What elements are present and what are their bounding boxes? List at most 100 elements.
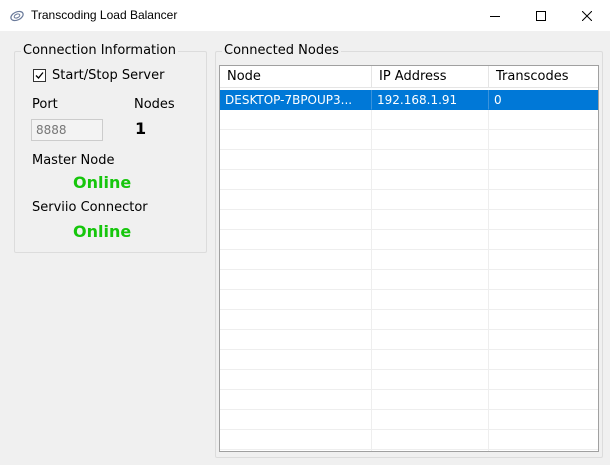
transcodes-cell — [489, 270, 598, 290]
empty-table-row — [220, 450, 598, 451]
empty-table-row — [220, 190, 598, 210]
transcodes-cell — [489, 190, 598, 210]
node-cell — [220, 170, 372, 190]
serviio-connector-label: Serviio Connector — [32, 200, 148, 215]
title-bar[interactable]: Transcoding Load Balancer — [0, 0, 610, 31]
ip-address-cell — [372, 190, 489, 210]
transcodes-cell — [489, 390, 598, 410]
node-cell — [220, 130, 372, 150]
ip-address-cell — [372, 250, 489, 270]
ip-address-cell — [372, 390, 489, 410]
transcodes-cell — [489, 250, 598, 270]
transcodes-cell — [489, 290, 598, 310]
empty-table-row — [220, 370, 598, 390]
empty-table-row — [220, 110, 598, 130]
ip-address-cell — [372, 270, 489, 290]
nodes-label: Nodes — [134, 97, 175, 112]
transcodes-cell — [489, 130, 598, 150]
close-icon — [582, 10, 592, 21]
node-cell — [220, 310, 372, 330]
empty-table-row — [220, 170, 598, 190]
empty-table-row — [220, 210, 598, 230]
empty-table-row — [220, 250, 598, 270]
table-row[interactable]: DESKTOP-7BPOUP3... 192.168.1.91 0 — [220, 90, 598, 110]
column-header-ip-address[interactable]: IP Address — [372, 66, 489, 88]
node-cell — [220, 110, 372, 130]
transcodes-cell — [489, 410, 598, 430]
ip-address-cell: 192.168.1.91 — [372, 90, 489, 110]
transcodes-cell — [489, 150, 598, 170]
transcodes-cell — [489, 210, 598, 230]
node-cell: DESKTOP-7BPOUP3... — [220, 90, 372, 110]
window-title: Transcoding Load Balancer — [31, 8, 178, 22]
master-node-label: Master Node — [32, 153, 115, 168]
nodes-table[interactable]: Node IP Address Transcodes DESKTOP-7BPOU… — [219, 65, 599, 452]
ip-address-cell — [372, 350, 489, 370]
table-header: Node IP Address Transcodes — [220, 66, 598, 88]
transcodes-cell — [489, 330, 598, 350]
empty-table-row — [220, 150, 598, 170]
node-cell — [220, 370, 372, 390]
ip-address-cell — [372, 450, 489, 451]
start-stop-checkbox[interactable] — [33, 69, 46, 82]
ip-address-cell — [372, 330, 489, 350]
port-label: Port — [32, 97, 58, 112]
nodes-count: 1 — [135, 119, 147, 138]
ip-address-cell — [372, 210, 489, 230]
ip-address-cell — [372, 130, 489, 150]
ip-address-cell — [372, 290, 489, 310]
master-node-status: Online — [73, 173, 132, 192]
node-cell — [220, 210, 372, 230]
node-cell — [220, 410, 372, 430]
empty-table-row — [220, 310, 598, 330]
empty-table-row — [220, 230, 598, 250]
minimize-button[interactable] — [472, 0, 518, 31]
transcodes-cell — [489, 450, 598, 451]
ip-address-cell — [372, 170, 489, 190]
maximize-button[interactable] — [518, 0, 564, 31]
transcodes-cell — [489, 310, 598, 330]
table-body: DESKTOP-7BPOUP3... 192.168.1.91 0 — [220, 88, 598, 451]
ip-address-cell — [372, 370, 489, 390]
checkmark-icon — [35, 72, 44, 79]
node-cell — [220, 250, 372, 270]
connection-information-legend: Connection Information — [23, 43, 176, 58]
node-cell — [220, 290, 372, 310]
serviio-connector-status: Online — [73, 222, 132, 241]
transcodes-cell — [489, 350, 598, 370]
app-icon — [10, 10, 24, 22]
column-header-transcodes[interactable]: Transcodes — [489, 66, 598, 88]
empty-table-row — [220, 130, 598, 150]
empty-table-row — [220, 430, 598, 450]
node-cell — [220, 450, 372, 451]
empty-table-row — [220, 330, 598, 350]
ip-address-cell — [372, 150, 489, 170]
node-cell — [220, 230, 372, 250]
connected-nodes-legend: Connected Nodes — [224, 43, 339, 58]
ip-address-cell — [372, 310, 489, 330]
empty-table-row — [220, 270, 598, 290]
empty-table-row — [220, 290, 598, 310]
transcodes-cell — [489, 170, 598, 190]
port-input[interactable]: 8888 — [31, 119, 103, 141]
ip-address-cell — [372, 230, 489, 250]
ip-address-cell — [372, 110, 489, 130]
close-button[interactable] — [564, 0, 610, 31]
ip-address-cell — [372, 430, 489, 450]
minimize-icon — [490, 15, 500, 17]
start-stop-label[interactable]: Start/Stop Server — [52, 68, 164, 83]
empty-table-row — [220, 410, 598, 430]
maximize-icon — [536, 10, 546, 21]
node-cell — [220, 390, 372, 410]
node-cell — [220, 350, 372, 370]
node-cell — [220, 330, 372, 350]
transcodes-cell — [489, 230, 598, 250]
empty-table-row — [220, 350, 598, 370]
transcodes-cell — [489, 430, 598, 450]
node-cell — [220, 150, 372, 170]
transcodes-cell — [489, 110, 598, 130]
ip-address-cell — [372, 410, 489, 430]
node-cell — [220, 270, 372, 290]
column-header-node[interactable]: Node — [220, 66, 372, 88]
node-cell — [220, 430, 372, 450]
